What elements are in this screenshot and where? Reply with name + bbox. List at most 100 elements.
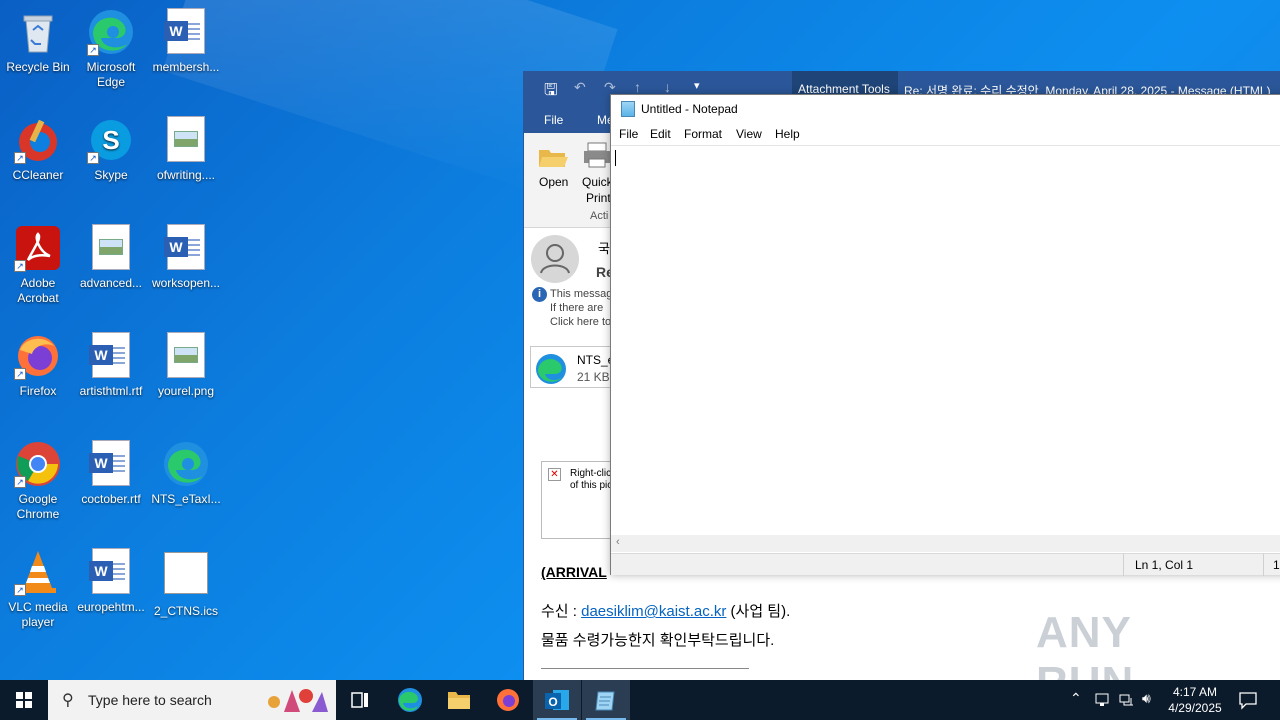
desktop-icon-ccleaner[interactable]: ↗ CCleaner (0, 116, 76, 183)
taskbar-firefox[interactable] (484, 680, 532, 720)
desktop-icon-artisthtml[interactable]: W artisthtml.rtf (73, 332, 149, 399)
printer-icon (582, 141, 612, 169)
clock-time: 4:17 AM (1172, 685, 1218, 699)
desktop-icon-label: CCleaner (12, 168, 64, 182)
desktop-icon-europehtm[interactable]: W europehtm... (73, 548, 149, 615)
desktop-icon-label: NTS_eTaxI... (151, 492, 221, 506)
adobe-acrobat-icon: ↗ (14, 224, 62, 272)
taskbar-clock[interactable]: 4:17 AM 4/29/2025 (1160, 684, 1230, 716)
actions-group-label: Acti (590, 210, 609, 222)
taskbar-file-explorer[interactable] (435, 680, 483, 720)
show-hidden-icons-chevron-icon[interactable]: ⌃ (1070, 690, 1082, 720)
calendar-file-icon (162, 552, 210, 600)
desktop-icon-label: worksopen... (151, 276, 221, 290)
recipient-suffix: (사업 팀). (726, 603, 791, 620)
desktop-icon-skype[interactable]: S ↗ Skype (73, 116, 149, 183)
open-folder-icon (538, 145, 568, 169)
desktop-icon-label: Recycle Bin (6, 60, 70, 74)
word-document-shape: W (89, 440, 130, 486)
desktop-icon-label: artisthtml.rtf (79, 384, 143, 398)
recipient-line: 수신 : daesiklim@kaist.ac.kr (사업 팀). (541, 600, 790, 621)
blocked-image-placeholder[interactable]: ✕ Right-clic of this pic (541, 461, 621, 539)
word-document-shape: W (89, 332, 130, 378)
desktop-icon-google-chrome[interactable]: ↗ Google Chrome (0, 440, 76, 522)
shortcut-arrow-icon: ↗ (14, 152, 26, 164)
open-button[interactable]: Open (539, 175, 568, 189)
attachment-card[interactable]: NTS_e 21 KB (530, 346, 620, 388)
recycle-bin-icon (14, 8, 62, 56)
desktop-icon-ofwriting[interactable]: ofwriting.... (148, 116, 224, 183)
desktop-icon-label: yourel.png (157, 384, 215, 398)
edge-icon (398, 688, 422, 712)
notepad-title-bar[interactable]: Untitled - Notepad (611, 95, 1280, 123)
desktop-icon-label: Firefox (19, 384, 57, 398)
search-box[interactable]: ⚲ Type here to search (48, 680, 336, 720)
network-adapter-icon[interactable] (1094, 692, 1110, 708)
desktop-icon-label: Adobe Acrobat (17, 276, 59, 305)
task-view-icon (351, 692, 368, 708)
previous-item-icon[interactable]: ↑ (634, 79, 641, 95)
notepad-window[interactable]: Untitled - Notepad File Edit Format View… (610, 94, 1280, 576)
menu-file[interactable]: File (619, 127, 638, 141)
next-item-icon[interactable]: ↓ (664, 79, 671, 95)
quick-print-button[interactable]: Quick (582, 175, 613, 189)
notepad-text-area[interactable] (611, 145, 1280, 535)
desktop-icon-label: advanced... (79, 276, 143, 290)
save-icon[interactable]: 🖫 (544, 79, 558, 106)
volume-icon[interactable]: 🔊︎ (1142, 690, 1151, 720)
scroll-left-icon[interactable]: ‹ (616, 536, 620, 548)
desktop-icon-label: Google Chrome (16, 492, 60, 521)
customize-toolbar-icon[interactable]: ▾ (694, 79, 700, 92)
tab-file[interactable]: File (544, 113, 563, 127)
desktop-icon-worksopen[interactable]: W worksopen... (148, 224, 224, 291)
taskbar-outlook[interactable]: O (533, 680, 581, 720)
task-view-button[interactable] (336, 680, 384, 720)
desktop-icon-ctns-ics[interactable]: 2_CTNS.ics (148, 548, 224, 619)
separator-line (541, 668, 749, 669)
taskbar: ⚲ Type here to search O ⌃ 🔊︎ 4:17 AM 4/2… (0, 680, 1280, 720)
zoom-level: 1( (1273, 558, 1280, 572)
word-w-badge: W (89, 345, 113, 365)
desktop-icon-nts-etax[interactable]: NTS_eTaxI... (148, 440, 224, 507)
sender-avatar (531, 235, 579, 283)
desktop-icon-membersh[interactable]: W membersh... (148, 8, 224, 75)
desktop-icon-yourel[interactable]: yourel.png (148, 332, 224, 399)
desktop-icon-advanced[interactable]: advanced... (73, 224, 149, 291)
document-lines (113, 347, 125, 365)
blocked-image-text-1: Right-clic (570, 468, 612, 479)
menu-view[interactable]: View (736, 127, 762, 141)
menu-help[interactable]: Help (775, 127, 800, 141)
edge-html-file-icon (162, 440, 210, 488)
menu-edit[interactable]: Edit (650, 127, 671, 141)
desktop-icon-firefox[interactable]: ↗ Firefox (0, 332, 76, 399)
menu-format[interactable]: Format (684, 127, 722, 141)
notepad-icon (621, 101, 635, 117)
start-button[interactable] (0, 680, 48, 720)
taskbar-notepad[interactable] (582, 680, 630, 720)
horizontal-scrollbar[interactable]: ‹ (611, 535, 1280, 552)
desktop-icon-recycle-bin[interactable]: Recycle Bin (0, 8, 76, 75)
network-icon[interactable] (1119, 692, 1135, 708)
notifications-icon[interactable] (1238, 690, 1258, 710)
search-placeholder: Type here to search (88, 692, 212, 708)
text-caret (615, 150, 616, 166)
info-line-3[interactable]: Click here to (550, 316, 611, 328)
shortcut-arrow-icon: ↗ (87, 152, 99, 164)
desktop-icon-label: ofwriting.... (156, 168, 216, 182)
folder-icon (448, 692, 470, 709)
recipient-email-link[interactable]: daesiklim@kaist.ac.kr (581, 603, 726, 620)
status-divider (1263, 554, 1264, 576)
desktop-icon-adobe-acrobat[interactable]: ↗ Adobe Acrobat (0, 224, 76, 306)
blocked-image-text-2: of this pic (570, 480, 613, 491)
taskbar-edge[interactable] (386, 680, 434, 720)
recipient-prefix: 수신 : (541, 603, 582, 620)
firefox-icon (497, 689, 519, 711)
desktop-icon-microsoft-edge[interactable]: ↗ Microsoft Edge (73, 8, 149, 90)
document-lines (113, 563, 125, 581)
arrival-heading: (ARRIVAL (541, 564, 607, 580)
desktop-icon-vlc[interactable]: ↗ VLC media player (0, 548, 76, 630)
image-file-icon (162, 116, 210, 164)
status-divider (1123, 554, 1124, 576)
desktop-icon-coctober[interactable]: W coctober.rtf (73, 440, 149, 507)
undo-icon[interactable]: ↶ (574, 79, 586, 96)
